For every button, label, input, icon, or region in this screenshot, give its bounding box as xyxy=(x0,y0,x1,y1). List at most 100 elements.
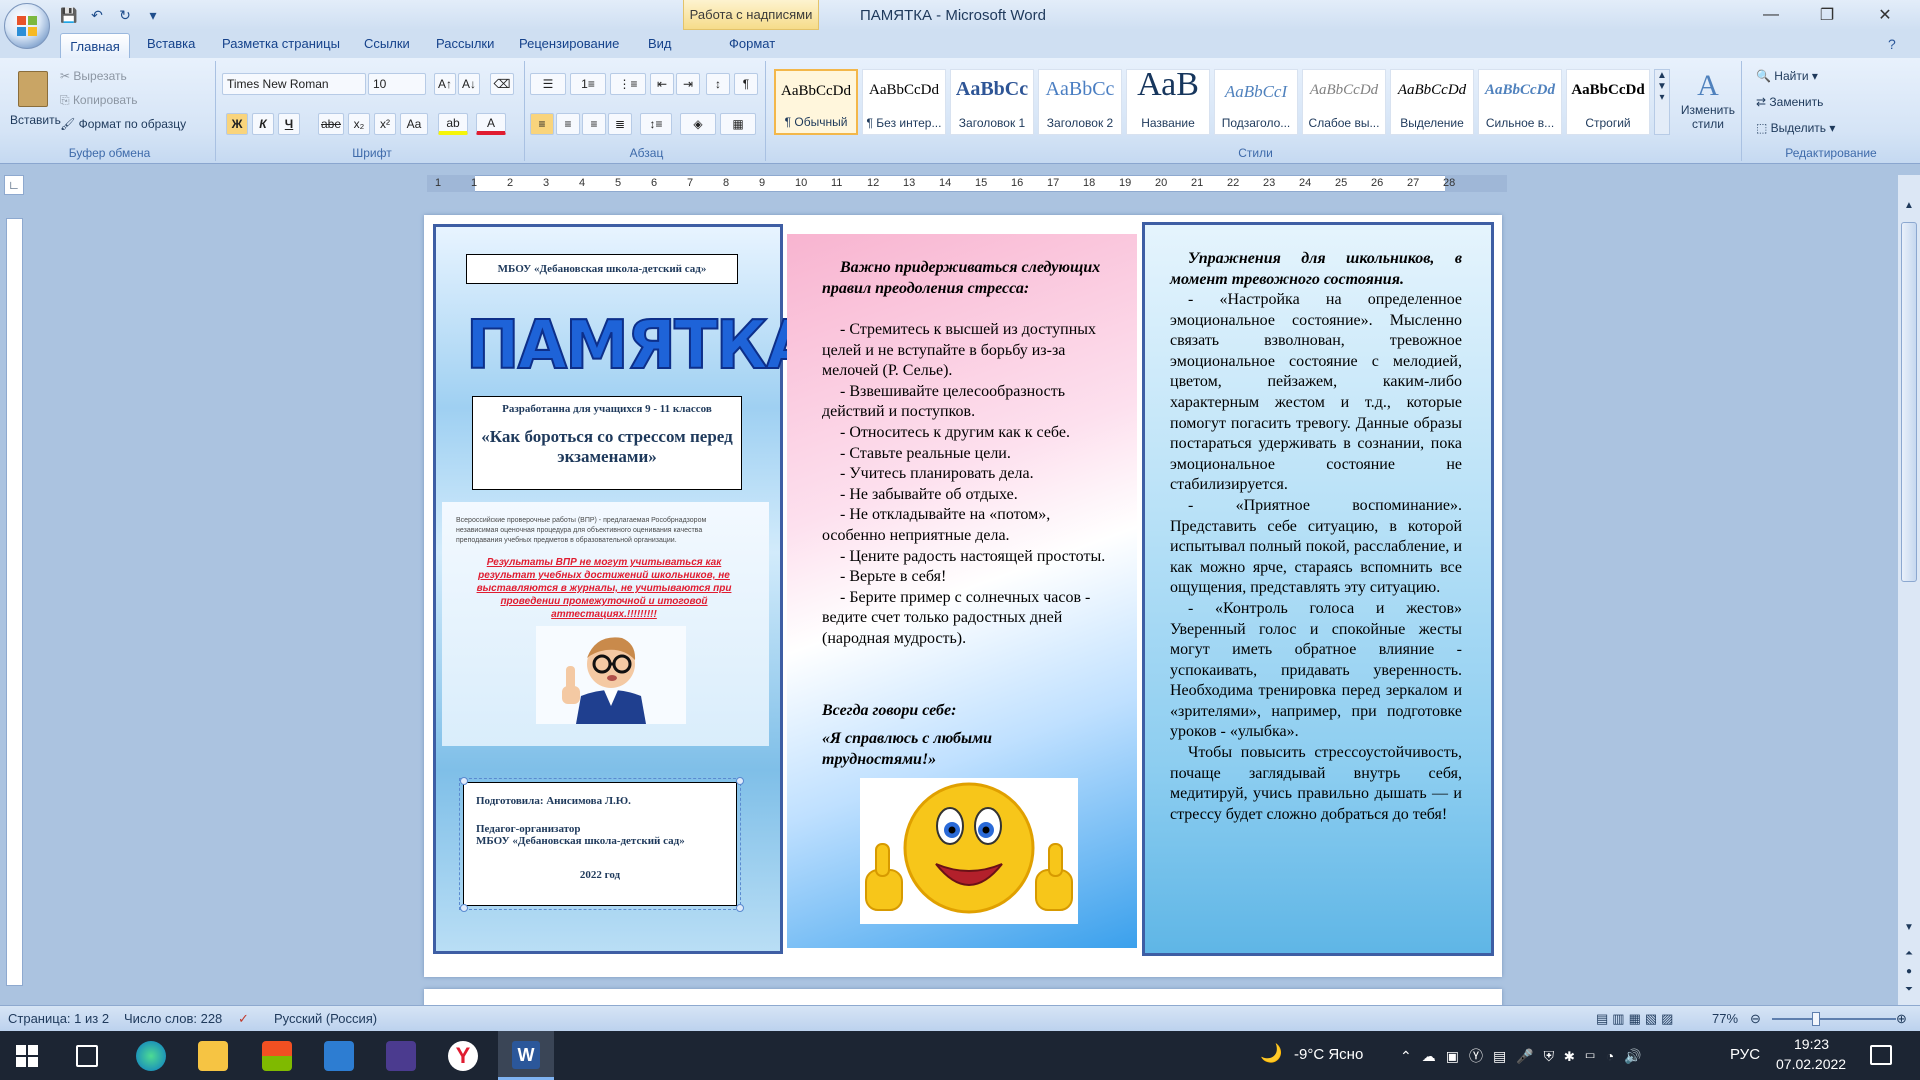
format-painter-button[interactable]: 🖌 Формат по образцу xyxy=(60,117,186,131)
windows-start-icon[interactable] xyxy=(16,1045,38,1067)
paste-icon[interactable] xyxy=(18,71,48,107)
bullets-icon[interactable]: ☰ xyxy=(530,73,566,95)
zoom-out-icon[interactable]: ⊖ xyxy=(1750,1011,1761,1027)
style-no-spacing[interactable]: AaBbCcDd ¶ Без интер... xyxy=(862,69,946,135)
copy-button[interactable]: ⎘ Копировать xyxy=(60,93,138,108)
view-buttons[interactable]: ▤▥▦▧▨ xyxy=(1596,1011,1677,1027)
spellcheck-icon[interactable]: ✓ xyxy=(238,1011,249,1027)
office-button[interactable] xyxy=(4,3,50,49)
weather-text[interactable]: -9°C Ясно xyxy=(1294,1046,1363,1063)
language-indicator[interactable]: Русский (Россия) xyxy=(274,1011,377,1026)
clock-date[interactable]: 07.02.2022 xyxy=(1776,1056,1846,1072)
page-counter[interactable]: Страница: 1 из 2 xyxy=(8,1011,109,1026)
resize-handle[interactable] xyxy=(736,777,744,785)
browse-object-icon[interactable]: ● xyxy=(1901,966,1917,982)
word-taskbar-button[interactable]: W xyxy=(498,1031,554,1080)
clock-time[interactable]: 19:23 xyxy=(1794,1036,1829,1052)
customize-qat-icon[interactable]: ▾ xyxy=(144,6,162,24)
sort-icon[interactable]: ↕ xyxy=(706,73,730,95)
tab-view[interactable]: Вид xyxy=(648,36,672,51)
resize-handle[interactable] xyxy=(736,904,744,912)
borders-icon[interactable]: ▦ xyxy=(720,113,756,135)
notifications-icon[interactable] xyxy=(1870,1045,1892,1065)
subscript-icon[interactable]: x₂ xyxy=(348,113,370,135)
close-button[interactable]: ✕ xyxy=(1857,0,1913,30)
mail-icon[interactable] xyxy=(324,1041,354,1071)
style-subtitle[interactable]: AaBbCcI Подзаголо... xyxy=(1214,69,1298,135)
save-icon[interactable]: 💾 xyxy=(60,6,78,24)
scroll-thumb[interactable] xyxy=(1901,222,1917,582)
style-strong[interactable]: AaBbCcDd Строгий xyxy=(1566,69,1650,135)
scroll-up-icon[interactable]: ▲ xyxy=(1901,200,1917,216)
shrink-font-icon[interactable]: A↓ xyxy=(458,73,480,95)
paste-button[interactable]: Вставить xyxy=(10,113,61,127)
next-page-icon[interactable]: ⏷ xyxy=(1901,984,1917,1000)
styles-scroll-icon[interactable]: ▲ ▼ ▾ xyxy=(1654,69,1670,135)
task-view-icon[interactable] xyxy=(76,1045,98,1067)
tab-review[interactable]: Рецензирование xyxy=(519,36,619,51)
store-icon[interactable] xyxy=(262,1041,292,1071)
decrease-indent-icon[interactable]: ⇤ xyxy=(650,73,674,95)
minimize-button[interactable]: — xyxy=(1743,0,1799,30)
edge-icon[interactable] xyxy=(136,1041,166,1071)
multilevel-list-icon[interactable]: ⋮≡ xyxy=(610,73,646,95)
change-styles-button[interactable]: A Изменить стили xyxy=(1680,69,1736,149)
bold-icon[interactable]: Ж xyxy=(226,113,248,135)
tray-icons[interactable]: ⌃☁▣Ⓨ▤🎤⛨✱▭◔🔊 xyxy=(1400,1046,1652,1066)
tab-home[interactable]: Главная xyxy=(60,33,130,59)
author-textbox[interactable]: Подготовила: Анисимова Л.Ю. Педагог-орга… xyxy=(459,778,741,910)
zoom-level[interactable]: 77% xyxy=(1712,1011,1738,1026)
app-icon[interactable] xyxy=(386,1041,416,1071)
prev-page-icon[interactable]: ⏶ xyxy=(1901,948,1917,964)
justify-icon[interactable]: ≣ xyxy=(608,113,632,135)
change-case-icon[interactable]: Aa xyxy=(400,113,428,135)
font-name-select[interactable]: Times New Roman xyxy=(222,73,366,95)
font-color-icon[interactable]: A xyxy=(476,113,506,135)
input-language[interactable]: РУС xyxy=(1730,1046,1760,1063)
style-emphasis[interactable]: AaBbCcDd Выделение xyxy=(1390,69,1474,135)
strikethrough-icon[interactable]: abe xyxy=(318,113,344,135)
zoom-slider[interactable] xyxy=(1772,1018,1896,1020)
numbering-icon[interactable]: 1≡ xyxy=(570,73,606,95)
resize-handle[interactable] xyxy=(460,777,468,785)
tab-selector-icon[interactable]: ∟ xyxy=(4,175,24,195)
font-size-select[interactable]: 10 xyxy=(368,73,426,95)
maximize-button[interactable]: ❐ xyxy=(1799,0,1855,30)
zoom-thumb[interactable] xyxy=(1812,1012,1820,1026)
style-title[interactable]: АаВ Название xyxy=(1126,66,1210,135)
italic-icon[interactable]: К xyxy=(252,113,274,135)
underline-icon[interactable]: Ч xyxy=(278,113,300,135)
replace-button[interactable]: ⇄ Заменить xyxy=(1756,95,1823,109)
find-button[interactable]: 🔍 Найти ▾ xyxy=(1756,69,1818,83)
vertical-ruler[interactable] xyxy=(6,218,23,986)
zoom-in-icon[interactable]: ⊕ xyxy=(1896,1011,1907,1027)
align-left-icon[interactable]: ≡ xyxy=(530,113,554,135)
tab-mailings[interactable]: Рассылки xyxy=(436,36,494,51)
select-button[interactable]: ⬚ Выделить ▾ xyxy=(1756,121,1835,135)
grow-font-icon[interactable]: A↑ xyxy=(434,73,456,95)
align-right-icon[interactable]: ≡ xyxy=(582,113,606,135)
align-center-icon[interactable]: ≡ xyxy=(556,113,580,135)
style-heading-1[interactable]: AaBbCc Заголовок 1 xyxy=(950,69,1034,135)
topic-box[interactable]: Разработанна для учащихся 9 - 11 классов… xyxy=(472,396,742,490)
redo-icon[interactable]: ↻ xyxy=(116,6,134,24)
help-icon[interactable]: ? xyxy=(1888,36,1896,52)
style-subtle-emphasis[interactable]: AaBbCcDd Слабое вы... xyxy=(1302,69,1386,135)
undo-icon[interactable]: ↶ xyxy=(88,6,106,24)
scroll-down-icon[interactable]: ▼ xyxy=(1901,922,1917,938)
word-count[interactable]: Число слов: 228 xyxy=(124,1011,222,1026)
line-spacing-icon[interactable]: ↕≡ xyxy=(640,113,672,135)
tab-references[interactable]: Ссылки xyxy=(364,36,410,51)
highlight-icon[interactable]: ab xyxy=(438,113,468,135)
show-marks-icon[interactable]: ¶ xyxy=(734,73,758,95)
style-intense-emphasis[interactable]: AaBbCcDd Сильное в... xyxy=(1478,69,1562,135)
tab-format[interactable]: Формат xyxy=(729,36,775,51)
yandex-browser-icon[interactable]: Y xyxy=(448,1041,478,1071)
superscript-icon[interactable]: x² xyxy=(374,113,396,135)
school-name-box[interactable]: МБОУ «Дебановская школа-детский сад» xyxy=(466,254,738,284)
cut-button[interactable]: ✂ Вырезать xyxy=(60,69,127,83)
resize-handle[interactable] xyxy=(460,904,468,912)
file-explorer-icon[interactable] xyxy=(198,1041,228,1071)
clear-format-icon[interactable]: ⌫ xyxy=(490,73,514,95)
tab-insert[interactable]: Вставка xyxy=(147,36,195,51)
